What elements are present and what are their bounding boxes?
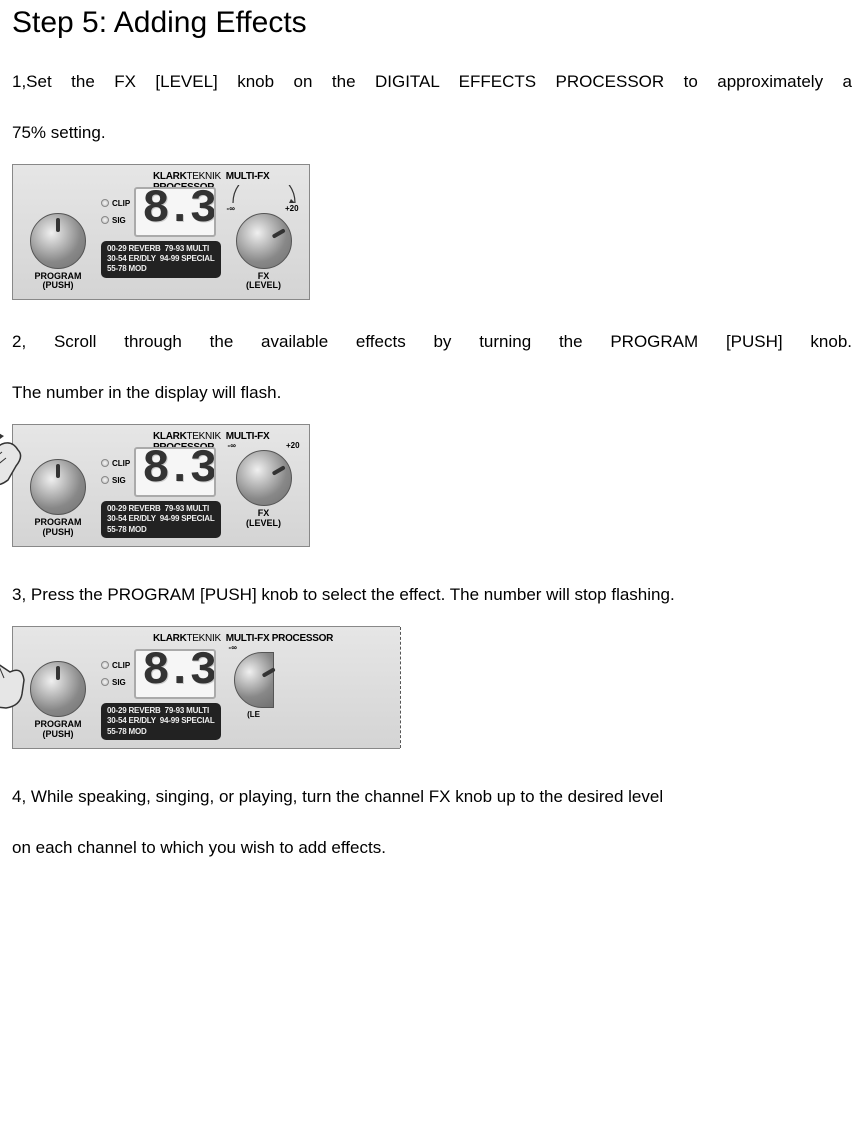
lcd3-display: 8.3. — [134, 649, 216, 699]
fx3-level-knob — [234, 652, 274, 708]
clip3-led-icon — [101, 661, 109, 669]
brand3-prefix: KLARK — [153, 633, 187, 644]
sig3-label: SIG — [112, 678, 126, 687]
step3-text: 3, Press the PROGRAM [PUSH] knob to sele… — [12, 575, 852, 616]
step2-text-line2: The number in the display will flash. — [12, 373, 852, 414]
sig-label: SIG — [112, 216, 126, 225]
fx2-pos-label: +20 — [286, 441, 300, 450]
lcd2-value: 8.3. — [142, 447, 216, 495]
fx-processor-figure-2: KLARKTEKNIK MULTI-FX PROCESSOR PROGRAM (… — [12, 424, 310, 547]
fx3-sub-text: (LE — [247, 710, 260, 719]
brand2-prefix: KLARK — [153, 431, 187, 442]
program2-label-text: PROGRAM — [35, 517, 82, 527]
step4-text-line1: 4, While speaking, singing, or playing, … — [12, 777, 852, 818]
program3-knob — [30, 661, 86, 717]
fx2-neg-label: -∞ — [228, 441, 236, 450]
sig2-led-icon — [101, 476, 109, 484]
program3-sub-text: (PUSH) — [43, 729, 74, 739]
sig2-label: SIG — [112, 476, 126, 485]
step4-text-line2: on each channel to which you wish to add… — [12, 828, 852, 869]
heading-step5: Step 5: Adding Effects — [12, 6, 852, 40]
legend-line-3: 55-78 MOD — [107, 264, 147, 273]
fx2-label-text: FX — [258, 508, 270, 518]
program2-legend: 00-29 REVERB 79-93 MULTI 30-54 ER/DLY 94… — [101, 501, 221, 538]
lcd-value: 8.3. — [142, 187, 216, 235]
fx-sub-text: (LEVEL) — [246, 280, 281, 290]
clip2-led-icon — [101, 459, 109, 467]
program2-sub-text: (PUSH) — [43, 527, 74, 537]
program-knob — [30, 213, 86, 269]
program3-legend: 00-29 REVERB 79-93 MULTI 30-54 ER/DLY 94… — [101, 703, 221, 740]
clip3-label: CLIP — [112, 661, 130, 670]
legend3-line-3: 55-78 MOD — [107, 727, 147, 736]
legend3-line-1: 00-29 REVERB 79-93 MULTI — [107, 706, 209, 715]
lcd-display: 8.3. — [134, 187, 216, 237]
program3-label-text: PROGRAM — [35, 719, 82, 729]
program-legend: 00-29 REVERB 79-93 MULTI 30-54 ER/DLY 94… — [101, 241, 221, 278]
clip-led-icon — [101, 199, 109, 207]
fx-label-text: FX — [258, 271, 270, 281]
step2-text-line1: 2, Scroll through the available effects … — [12, 322, 852, 363]
center-column: CLIP SIG 8.3. 00-29 REVERB 79-93 MULTI 3… — [101, 173, 221, 292]
hand-pressing-icon — [0, 650, 32, 714]
sig-led-icon — [101, 216, 109, 224]
program2-knob — [30, 459, 86, 515]
fx-neg-label: -∞ — [227, 204, 235, 213]
fx-level-knob — [236, 213, 292, 269]
legend2-line-3: 55-78 MOD — [107, 525, 147, 534]
legend-line-2: 30-54 ER/DLY 94-99 SPECIAL — [107, 254, 215, 263]
fx2-sub-text: (LEVEL) — [246, 518, 281, 528]
program-knob-label: PROGRAM (PUSH) — [35, 272, 82, 292]
clip-label: CLIP — [112, 199, 130, 208]
fx-processor-figure-3: KLARKTEKNIK MULTI-FX PROCESSOR PROGRAM(P… — [12, 626, 400, 749]
step1-text-line2: 75% setting. — [12, 113, 852, 154]
fx-knob-column: -∞ +20 FX (LEVEL) — [227, 173, 301, 292]
brand-prefix: KLARK — [153, 171, 187, 182]
status-column: CLIP SIG — [101, 187, 130, 237]
brand3-suffix: TEKNIK — [187, 633, 221, 644]
lcd3-value: 8.3. — [142, 649, 216, 697]
lcd2-display: 8.3. — [134, 447, 216, 497]
legend2-line-2: 30-54 ER/DLY 94-99 SPECIAL — [107, 514, 215, 523]
program2-knob-label: PROGRAM (PUSH) — [35, 518, 82, 538]
fx-knob-label: FX (LEVEL) — [246, 272, 281, 292]
program2-knob-column: PROGRAM (PUSH) — [21, 433, 95, 538]
fx-pos-label: +20 — [285, 204, 299, 213]
fx-arc-icon — [227, 185, 301, 205]
fx3-neg-label: -∞ — [229, 643, 237, 652]
program-knob-column: PROGRAM (PUSH) — [21, 173, 95, 292]
clip2-label: CLIP — [112, 459, 130, 468]
program-sub-text: (PUSH) — [43, 280, 74, 290]
brand2-suffix: TEKNIK — [187, 431, 221, 442]
brand-suffix: TEKNIK — [187, 171, 221, 182]
fx-processor-figure-1: KLARKTEKNIK MULTI-FX PROCESSOR PROGRAM (… — [12, 164, 310, 301]
hand-turning-icon — [0, 430, 32, 494]
sig3-led-icon — [101, 678, 109, 686]
step1-text-line1: 1,Set the FX [LEVEL] knob on the DIGITAL… — [12, 62, 852, 103]
legend2-line-1: 00-29 REVERB 79-93 MULTI — [107, 504, 209, 513]
legend-line-1: 00-29 REVERB 79-93 MULTI — [107, 244, 209, 253]
legend3-line-2: 30-54 ER/DLY 94-99 SPECIAL — [107, 716, 215, 725]
fx2-level-knob — [236, 450, 292, 506]
program-label-text: PROGRAM — [35, 271, 82, 281]
